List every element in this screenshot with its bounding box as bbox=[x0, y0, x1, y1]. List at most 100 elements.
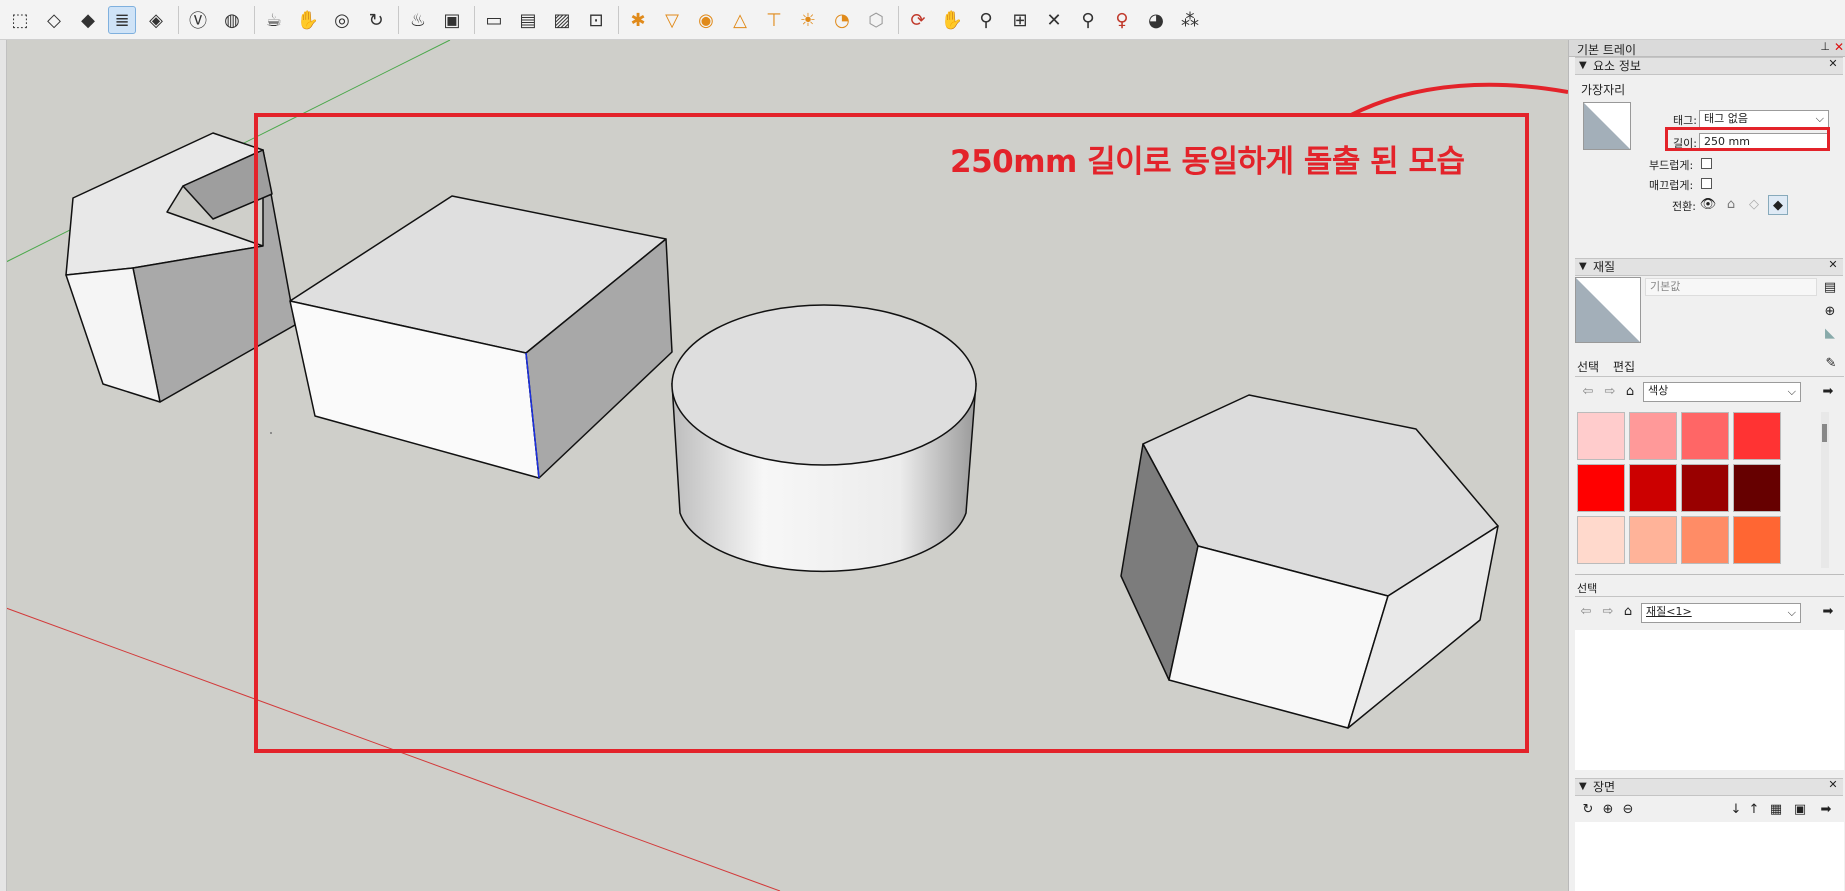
view-options-icon[interactable]: ▦ bbox=[1767, 800, 1785, 818]
dome-light-icon[interactable]: ⊤ bbox=[760, 6, 788, 34]
move-scene-up-icon[interactable]: ↑ bbox=[1745, 800, 1763, 818]
collapse-arrow-icon[interactable]: ▼ bbox=[1579, 259, 1587, 275]
close-panel-icon[interactable]: ✕ bbox=[1827, 779, 1839, 791]
select-icon[interactable]: ⬚ bbox=[6, 6, 34, 34]
material-swatch[interactable] bbox=[1629, 464, 1677, 512]
add-scene-icon[interactable]: ⊕ bbox=[1599, 800, 1617, 818]
pan-icon[interactable]: ✋ bbox=[938, 6, 966, 34]
chevron-down-icon: ⌵ bbox=[1787, 385, 1796, 398]
move-scene-down-icon[interactable]: ↓ bbox=[1727, 800, 1745, 818]
palette-icon[interactable]: ◍ bbox=[218, 6, 246, 34]
hand-render-icon[interactable]: ✋ bbox=[294, 6, 322, 34]
lamp-icon[interactable]: ♨ bbox=[404, 6, 432, 34]
scenes-header[interactable]: ▼ 장면 ✕ bbox=[1575, 778, 1843, 796]
orbit-icon[interactable]: ⟳ bbox=[904, 6, 932, 34]
window-icon[interactable]: ▭ bbox=[480, 6, 508, 34]
look-around-icon[interactable]: ◕ bbox=[1142, 6, 1170, 34]
materials-header[interactable]: ▼ 재질 ✕ bbox=[1575, 258, 1843, 276]
material-swatch[interactable] bbox=[1733, 412, 1781, 460]
back-icon[interactable]: ⇦ bbox=[1579, 382, 1597, 400]
model-material-value: 재질<1> bbox=[1646, 605, 1692, 618]
window-light-icon[interactable]: ▤ bbox=[514, 6, 542, 34]
home-icon[interactable]: ⌂ bbox=[1619, 602, 1637, 620]
frame-icon[interactable]: ▣ bbox=[438, 6, 466, 34]
material-swatch[interactable] bbox=[1629, 412, 1677, 460]
eye-icon[interactable]: 👁 bbox=[1699, 195, 1717, 213]
walk-icon[interactable]: ⁂ bbox=[1176, 6, 1204, 34]
pin-icon[interactable]: ⊥ bbox=[1820, 40, 1830, 53]
sphere-light-icon[interactable]: ◉ bbox=[692, 6, 720, 34]
swatch-scrollbar[interactable] bbox=[1821, 412, 1829, 568]
material-swatch[interactable] bbox=[1577, 464, 1625, 512]
material-swatch[interactable] bbox=[1733, 464, 1781, 512]
zoom-icon[interactable]: ⚲ bbox=[972, 6, 1000, 34]
box-solid[interactable] bbox=[289, 195, 673, 479]
material-swatch[interactable] bbox=[1577, 516, 1625, 564]
material-swatch[interactable] bbox=[1629, 516, 1677, 564]
update-scene-icon[interactable]: ↻ bbox=[1579, 800, 1597, 818]
collapse-arrow-icon[interactable]: ▼ bbox=[1579, 779, 1587, 795]
zoom-previous-icon[interactable]: ⚲ bbox=[1074, 6, 1102, 34]
default-material-icon[interactable]: ◣ bbox=[1821, 324, 1839, 342]
orbit-render-icon[interactable]: ◎ bbox=[328, 6, 356, 34]
l-shape-block[interactable] bbox=[65, 132, 296, 403]
hexagonal-prism[interactable] bbox=[1120, 394, 1499, 729]
cone-light-icon[interactable]: △ bbox=[726, 6, 754, 34]
layers-icon[interactable]: ≣ bbox=[108, 6, 136, 34]
tab-select[interactable]: 선택 bbox=[1577, 358, 1599, 375]
create-material-icon[interactable]: ⊕ bbox=[1821, 302, 1839, 320]
material-swatch[interactable] bbox=[1681, 412, 1729, 460]
model-material-dropdown[interactable]: 재질<1> ⌵ bbox=[1641, 603, 1801, 623]
remove-scene-icon[interactable]: ⊖ bbox=[1619, 800, 1637, 818]
forward-icon[interactable]: ⇨ bbox=[1599, 602, 1617, 620]
spot-light-icon[interactable]: ▽ bbox=[658, 6, 686, 34]
unlock-icon[interactable]: ⌂ bbox=[1722, 195, 1740, 213]
smooth-checkbox[interactable] bbox=[1701, 178, 1712, 189]
lock-icon[interactable]: ⊡ bbox=[582, 6, 610, 34]
cylinder-solid[interactable] bbox=[671, 304, 977, 573]
library-dropdown[interactable]: 색상 ⌵ bbox=[1643, 382, 1801, 402]
home-icon[interactable]: ⌂ bbox=[1621, 382, 1639, 400]
entity-info-header[interactable]: ▼ 요소 정보 ✕ bbox=[1575, 57, 1843, 75]
zoom-window-icon[interactable]: ⊞ bbox=[1006, 6, 1034, 34]
component-icon[interactable]: ◈ bbox=[142, 6, 170, 34]
light-settings-icon[interactable]: ✱ bbox=[624, 6, 652, 34]
window-image-icon[interactable]: ▨ bbox=[548, 6, 576, 34]
tab-edit[interactable]: 편집 bbox=[1613, 358, 1635, 375]
receive-shadow-icon[interactable]: ◆ bbox=[1768, 195, 1788, 215]
teapot-icon[interactable]: ☕ bbox=[260, 6, 288, 34]
material-swatch[interactable] bbox=[1681, 516, 1729, 564]
show-details-icon[interactable]: ▣ bbox=[1791, 800, 1809, 818]
shadow-icon[interactable]: ◇ bbox=[1745, 195, 1763, 213]
scene-list-area[interactable] bbox=[1575, 822, 1844, 891]
soft-label: 부드럽게: bbox=[1649, 159, 1694, 172]
vray-icon[interactable]: Ⓥ bbox=[184, 6, 212, 34]
eyedropper-icon[interactable]: ✎ bbox=[1822, 354, 1840, 372]
display-secondary-icon[interactable]: ▤ bbox=[1821, 278, 1839, 296]
material-list-area[interactable] bbox=[1575, 630, 1844, 770]
collapse-arrow-icon[interactable]: ▼ bbox=[1579, 58, 1587, 74]
back-icon[interactable]: ⇦ bbox=[1577, 602, 1595, 620]
details-arrow-icon[interactable]: ➡ bbox=[1819, 382, 1837, 400]
zoom-extents-icon[interactable]: ✕ bbox=[1040, 6, 1068, 34]
eraser-icon[interactable]: ◇ bbox=[40, 6, 68, 34]
details-arrow-icon[interactable]: ➡ bbox=[1819, 602, 1837, 620]
tag-dropdown[interactable]: 태그 없음 ⌵ bbox=[1699, 110, 1829, 128]
material-name-field[interactable]: 기본값 bbox=[1645, 278, 1817, 296]
close-icon[interactable]: ✕ bbox=[1834, 40, 1844, 54]
close-panel-icon[interactable]: ✕ bbox=[1827, 259, 1839, 271]
paint-bucket-icon[interactable]: ◆ bbox=[74, 6, 102, 34]
position-camera-icon[interactable]: ♀ bbox=[1108, 6, 1136, 34]
soft-checkbox[interactable] bbox=[1701, 158, 1712, 169]
refresh-icon[interactable]: ↻ bbox=[362, 6, 390, 34]
details-arrow-icon[interactable]: ➡ bbox=[1817, 800, 1835, 818]
ies-light-icon[interactable]: ◔ bbox=[828, 6, 856, 34]
material-swatch[interactable] bbox=[1733, 516, 1781, 564]
close-panel-icon[interactable]: ✕ bbox=[1827, 58, 1839, 70]
sun-light-icon[interactable]: ☀ bbox=[794, 6, 822, 34]
scrollbar-thumb[interactable] bbox=[1822, 424, 1827, 442]
material-swatch[interactable] bbox=[1577, 412, 1625, 460]
forward-icon[interactable]: ⇨ bbox=[1601, 382, 1619, 400]
material-swatch[interactable] bbox=[1681, 464, 1729, 512]
mesh-light-icon[interactable]: ⬡ bbox=[862, 6, 890, 34]
